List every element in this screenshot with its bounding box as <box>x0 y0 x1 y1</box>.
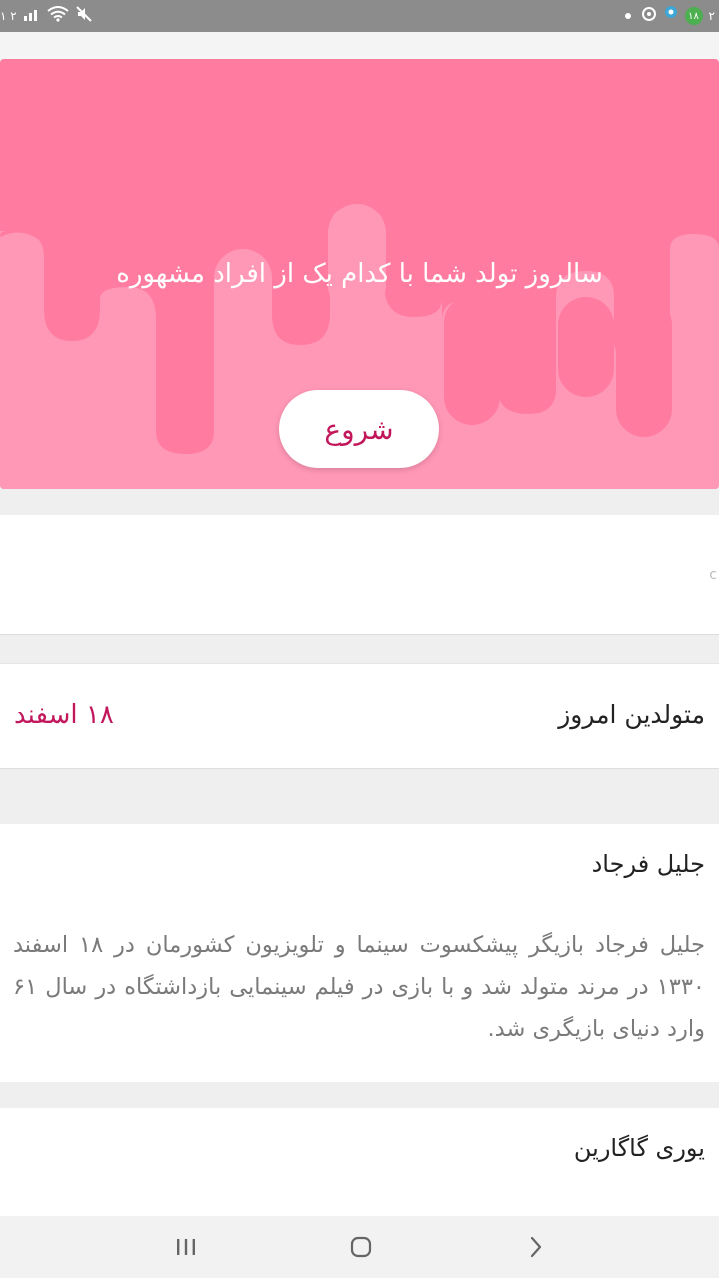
status-bar: ۱ ۲ ۱۸ ۲ <box>0 0 719 32</box>
status-right-text: ۲ <box>708 9 715 23</box>
today-births-title: متولدین امروز <box>558 700 705 729</box>
person-card[interactable]: جلیل فرجاد جلیل فرجاد بازیگر پیشکسوت سین… <box>0 824 719 1082</box>
hero-title: سالروز تولد شما با کدام یک از افراد مشهو… <box>116 259 603 289</box>
wifi-icon <box>47 6 69 26</box>
start-button[interactable]: شروع <box>279 390 439 468</box>
app-notification-icon <box>641 6 657 26</box>
ad-placeholder-card: c <box>0 515 719 635</box>
mute-icon <box>75 5 93 27</box>
date-badge: ۱۸ <box>684 7 703 25</box>
person-description: جلیل فرجاد بازیگر پیشکسوت سینما و تلویزی… <box>13 932 705 1042</box>
today-births-header: متولدین امروز ۱۸ اسفند <box>0 663 719 769</box>
signal-icon <box>23 7 41 25</box>
back-icon[interactable] <box>476 1216 596 1278</box>
person-name: یوری گاگارین <box>573 1134 705 1162</box>
person-card[interactable]: یوری گاگارین <box>0 1108 719 1218</box>
recent-apps-icon[interactable] <box>126 1216 246 1278</box>
scroll-edge-icon: c <box>709 567 717 583</box>
pin-notification-icon <box>663 5 679 27</box>
top-strip <box>0 32 719 59</box>
status-left-text: ۱ ۲ <box>0 9 17 23</box>
system-nav-bar <box>0 1216 719 1278</box>
person-name: جلیل فرجاد <box>591 850 705 878</box>
hero-banner: سالروز تولد شما با کدام یک از افراد مشهو… <box>0 59 719 489</box>
notification-dot-icon <box>624 13 631 19</box>
status-left-group: ۱ ۲ <box>0 4 93 28</box>
today-date: ۱۸ اسفند <box>14 700 114 730</box>
home-icon[interactable] <box>301 1216 421 1278</box>
status-right-group: ۱۸ ۲ <box>624 4 715 28</box>
